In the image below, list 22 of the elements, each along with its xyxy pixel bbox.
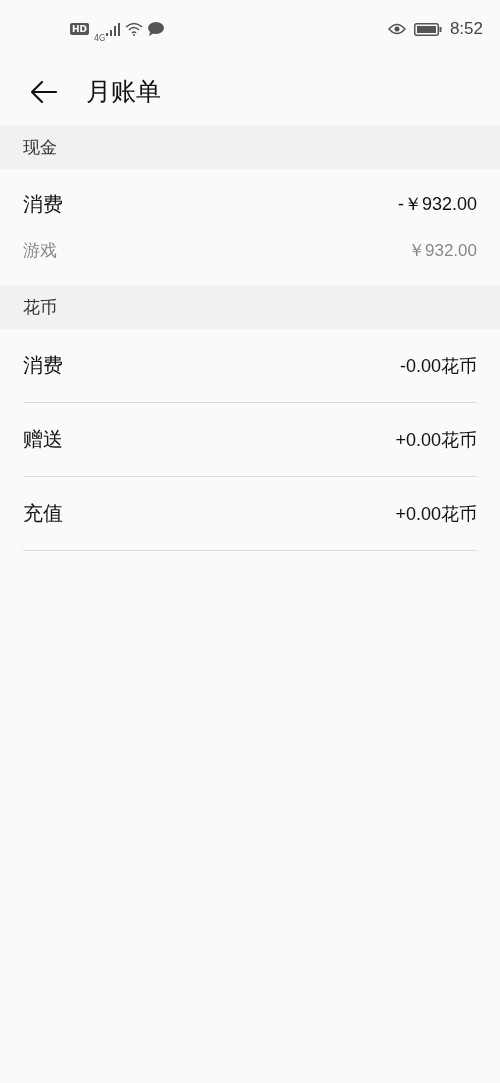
row-label: 消费 <box>23 190 63 218</box>
section-title: 花币 <box>23 295 57 319</box>
wifi-icon <box>125 22 144 36</box>
chat-bubble-icon <box>148 22 165 36</box>
row-label: 赠送 <box>23 426 63 453</box>
row-label: 充值 <box>23 500 63 527</box>
row-label: 游戏 <box>23 238 57 262</box>
section-title: 现金 <box>23 135 57 159</box>
hd-badge: HD <box>70 23 89 35</box>
row-amount: -￥932.00 <box>397 193 477 216</box>
row-amount: +0.00花币 <box>395 502 477 526</box>
back-arrow-icon <box>30 79 58 104</box>
row-label: 消费 <box>23 352 63 379</box>
eye-icon <box>387 23 406 35</box>
clock-time: 8:52 <box>449 19 483 39</box>
row-amount: +0.00花币 <box>395 428 477 452</box>
row-amount: -0.00花币 <box>399 354 477 378</box>
signal-icon <box>106 22 121 36</box>
page-title: 月账单 <box>86 76 161 108</box>
battery-icon <box>413 22 442 36</box>
network-label: 4G <box>94 33 106 43</box>
row-amount: ￥932.00 <box>408 239 477 262</box>
